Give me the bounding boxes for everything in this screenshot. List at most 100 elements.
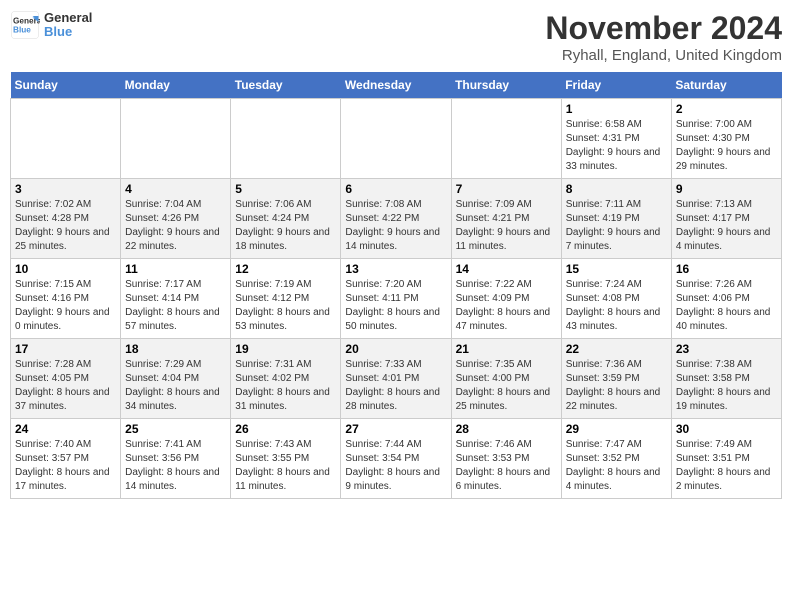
day-number: 2 xyxy=(676,102,777,116)
calendar-cell: 29Sunrise: 7:47 AM Sunset: 3:52 PM Dayli… xyxy=(561,419,671,499)
day-info: Sunrise: 7:00 AM Sunset: 4:30 PM Dayligh… xyxy=(676,118,777,174)
calendar-cell: 24 Sunrise: 7:40 AM Sunset: 3:57 PM Dayli… xyxy=(11,419,121,499)
day-number: 8 xyxy=(566,182,667,196)
day-number: 25 xyxy=(125,422,226,436)
day-number: 20 xyxy=(345,342,446,356)
day-info: Sunrise: 7:19 AM Sunset: 4:12 PM Dayligh… xyxy=(235,278,336,334)
calendar-cell: 19 Sunrise: 7:31 AM Sunset: 4:02 PM Dayli… xyxy=(231,339,341,419)
day-header-thursday: Thursday xyxy=(451,72,561,99)
day-number: 15 xyxy=(566,262,667,276)
day-info: Sunrise: 6:58 AM Sunset: 4:31 PM Dayligh… xyxy=(566,118,667,174)
calendar-cell: 23Sunrise: 7:38 AM Sunset: 3:58 PM Dayli… xyxy=(671,339,781,419)
calendar-cell xyxy=(451,99,561,179)
week-row-5: 24 Sunrise: 7:40 AM Sunset: 3:57 PM Dayli… xyxy=(11,419,782,499)
calendar-cell: 12Sunrise: 7:19 AM Sunset: 4:12 PM Dayli… xyxy=(231,259,341,339)
day-number: 23 xyxy=(676,342,777,356)
day-header-tuesday: Tuesday xyxy=(231,72,341,99)
calendar-cell: 28 Sunrise: 7:46 AM Sunset: 3:53 PM Dayli… xyxy=(451,419,561,499)
calendar-cell: 2 Sunrise: 7:00 AM Sunset: 4:30 PM Daylig… xyxy=(671,99,781,179)
day-header-wednesday: Wednesday xyxy=(341,72,451,99)
calendar-cell: 11 Sunrise: 7:17 AM Sunset: 4:14 PM Dayli… xyxy=(121,259,231,339)
calendar-cell: 7 Sunrise: 7:09 AM Sunset: 4:21 PM Daylig… xyxy=(451,179,561,259)
day-info: Sunrise: 7:09 AM Sunset: 4:21 PM Dayligh… xyxy=(456,198,557,254)
calendar-cell: 5 Sunrise: 7:06 AM Sunset: 4:24 PM Daylig… xyxy=(231,179,341,259)
day-info: Sunrise: 7:26 AM Sunset: 4:06 PM Dayligh… xyxy=(676,278,777,334)
day-number: 10 xyxy=(15,262,116,276)
title-area: November 2024 Ryhall, England, United Ki… xyxy=(545,10,782,64)
day-info: Sunrise: 7:08 AM Sunset: 4:22 PM Dayligh… xyxy=(345,198,446,254)
logo-icon: General Blue xyxy=(10,10,40,40)
day-number: 5 xyxy=(235,182,336,196)
day-number: 7 xyxy=(456,182,557,196)
day-number: 16 xyxy=(676,262,777,276)
day-number: 6 xyxy=(345,182,446,196)
day-info: Sunrise: 7:46 AM Sunset: 3:53 PM Dayligh… xyxy=(456,438,557,494)
calendar-cell: 27 Sunrise: 7:44 AM Sunset: 3:54 PM Dayli… xyxy=(341,419,451,499)
day-info: Sunrise: 7:13 AM Sunset: 4:17 PM Dayligh… xyxy=(676,198,777,254)
calendar-cell: 15 Sunrise: 7:24 AM Sunset: 4:08 PM Dayli… xyxy=(561,259,671,339)
day-number: 29 xyxy=(566,422,667,436)
day-number: 19 xyxy=(235,342,336,356)
day-number: 1 xyxy=(566,102,667,116)
logo: General Blue General Blue xyxy=(10,10,92,40)
calendar-cell: 26Sunrise: 7:43 AM Sunset: 3:55 PM Dayli… xyxy=(231,419,341,499)
header-row: SundayMondayTuesdayWednesdayThursdayFrid… xyxy=(11,72,782,99)
day-info: Sunrise: 7:49 AM Sunset: 3:51 PM Dayligh… xyxy=(676,438,777,494)
day-number: 21 xyxy=(456,342,557,356)
day-number: 4 xyxy=(125,182,226,196)
day-info: Sunrise: 7:41 AM Sunset: 3:56 PM Dayligh… xyxy=(125,438,226,494)
calendar-cell: 10Sunrise: 7:15 AM Sunset: 4:16 PM Dayli… xyxy=(11,259,121,339)
calendar-cell xyxy=(11,99,121,179)
calendar-cell: 6 Sunrise: 7:08 AM Sunset: 4:22 PM Daylig… xyxy=(341,179,451,259)
day-number: 30 xyxy=(676,422,777,436)
week-row-1: 1 Sunrise: 6:58 AM Sunset: 4:31 PM Daylig… xyxy=(11,99,782,179)
calendar-cell: 22Sunrise: 7:36 AM Sunset: 3:59 PM Dayli… xyxy=(561,339,671,419)
day-header-friday: Friday xyxy=(561,72,671,99)
day-info: Sunrise: 7:33 AM Sunset: 4:01 PM Dayligh… xyxy=(345,358,446,414)
calendar-cell: 20 Sunrise: 7:33 AM Sunset: 4:01 PM Dayli… xyxy=(341,339,451,419)
day-info: Sunrise: 7:04 AM Sunset: 4:26 PM Dayligh… xyxy=(125,198,226,254)
day-info: Sunrise: 7:28 AM Sunset: 4:05 PM Dayligh… xyxy=(15,358,116,414)
calendar-cell: 3Sunrise: 7:02 AM Sunset: 4:28 PM Daylig… xyxy=(11,179,121,259)
day-info: Sunrise: 7:44 AM Sunset: 3:54 PM Dayligh… xyxy=(345,438,446,494)
calendar-table: SundayMondayTuesdayWednesdayThursdayFrid… xyxy=(10,72,782,499)
calendar-cell: 17Sunrise: 7:28 AM Sunset: 4:05 PM Dayli… xyxy=(11,339,121,419)
week-row-4: 17Sunrise: 7:28 AM Sunset: 4:05 PM Dayli… xyxy=(11,339,782,419)
day-number: 9 xyxy=(676,182,777,196)
day-info: Sunrise: 7:24 AM Sunset: 4:08 PM Dayligh… xyxy=(566,278,667,334)
calendar-cell: 8 Sunrise: 7:11 AM Sunset: 4:19 PM Daylig… xyxy=(561,179,671,259)
day-info: Sunrise: 7:40 AM Sunset: 3:57 PM Dayligh… xyxy=(15,438,116,494)
day-header-sunday: Sunday xyxy=(11,72,121,99)
day-info: Sunrise: 7:17 AM Sunset: 4:14 PM Dayligh… xyxy=(125,278,226,334)
calendar-cell xyxy=(341,99,451,179)
header: General Blue General Blue November 2024 … xyxy=(10,10,782,64)
calendar-cell xyxy=(121,99,231,179)
week-row-2: 3Sunrise: 7:02 AM Sunset: 4:28 PM Daylig… xyxy=(11,179,782,259)
day-info: Sunrise: 7:35 AM Sunset: 4:00 PM Dayligh… xyxy=(456,358,557,414)
calendar-cell: 30 Sunrise: 7:49 AM Sunset: 3:51 PM Dayli… xyxy=(671,419,781,499)
day-header-saturday: Saturday xyxy=(671,72,781,99)
day-number: 24 xyxy=(15,422,116,436)
day-number: 28 xyxy=(456,422,557,436)
day-info: Sunrise: 7:43 AM Sunset: 3:55 PM Dayligh… xyxy=(235,438,336,494)
calendar-cell: 1 Sunrise: 6:58 AM Sunset: 4:31 PM Daylig… xyxy=(561,99,671,179)
day-info: Sunrise: 7:11 AM Sunset: 4:19 PM Dayligh… xyxy=(566,198,667,254)
day-info: Sunrise: 7:20 AM Sunset: 4:11 PM Dayligh… xyxy=(345,278,446,334)
day-info: Sunrise: 7:29 AM Sunset: 4:04 PM Dayligh… xyxy=(125,358,226,414)
day-info: Sunrise: 7:02 AM Sunset: 4:28 PM Dayligh… xyxy=(15,198,116,254)
calendar-cell: 25 Sunrise: 7:41 AM Sunset: 3:56 PM Dayli… xyxy=(121,419,231,499)
day-number: 27 xyxy=(345,422,446,436)
svg-text:Blue: Blue xyxy=(13,26,31,35)
calendar-cell: 18Sunrise: 7:29 AM Sunset: 4:04 PM Dayli… xyxy=(121,339,231,419)
logo-line2: Blue xyxy=(44,25,92,39)
location: Ryhall, England, United Kingdom xyxy=(545,47,782,64)
day-header-monday: Monday xyxy=(121,72,231,99)
day-info: Sunrise: 7:06 AM Sunset: 4:24 PM Dayligh… xyxy=(235,198,336,254)
day-number: 22 xyxy=(566,342,667,356)
calendar-cell: 4 Sunrise: 7:04 AM Sunset: 4:26 PM Daylig… xyxy=(121,179,231,259)
day-info: Sunrise: 7:31 AM Sunset: 4:02 PM Dayligh… xyxy=(235,358,336,414)
week-row-3: 10Sunrise: 7:15 AM Sunset: 4:16 PM Dayli… xyxy=(11,259,782,339)
day-number: 11 xyxy=(125,262,226,276)
calendar-cell: 9 Sunrise: 7:13 AM Sunset: 4:17 PM Daylig… xyxy=(671,179,781,259)
calendar-cell: 14Sunrise: 7:22 AM Sunset: 4:09 PM Dayli… xyxy=(451,259,561,339)
